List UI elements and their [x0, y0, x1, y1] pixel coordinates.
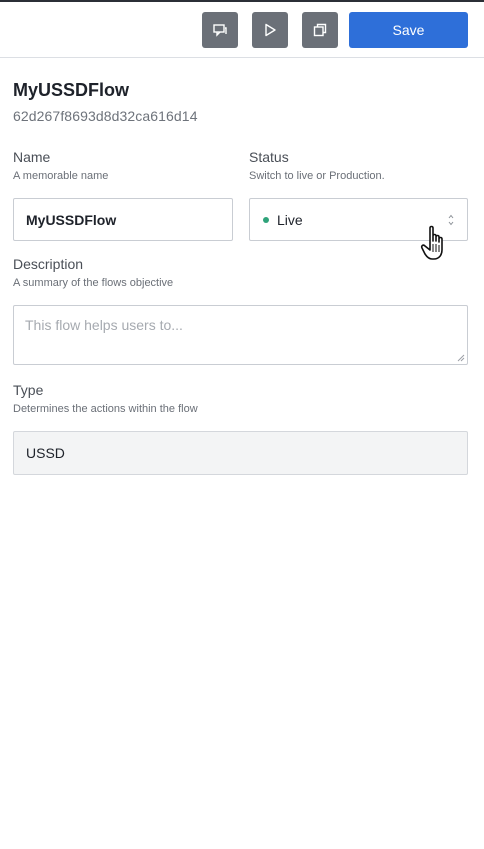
name-input[interactable]: MyUSSDFlow: [13, 198, 233, 241]
copy-icon: [313, 23, 327, 37]
name-hint: A memorable name: [13, 170, 109, 182]
comment-icon: [213, 24, 227, 37]
save-button[interactable]: Save: [349, 12, 468, 48]
type-hint: Determines the actions within the flow: [13, 403, 198, 415]
comment-button[interactable]: [202, 12, 238, 48]
toolbar: Save: [0, 2, 484, 58]
flow-settings-panel: Save MyUSSDFlow 62d267f8693d8d32ca616d14…: [0, 0, 484, 849]
status-hint: Switch to live or Production.: [249, 170, 385, 182]
description-hint: A summary of the flows objective: [13, 277, 174, 289]
description-placeholder: This flow helps users to...: [25, 317, 183, 333]
status-value: Live: [277, 211, 303, 228]
status-dot-icon: [263, 216, 269, 223]
type-value: USSD: [26, 445, 65, 461]
copy-button[interactable]: [302, 12, 338, 48]
name-label: Name: [13, 149, 51, 165]
description-label: Description: [13, 256, 84, 272]
flow-id: 62d267f8693d8d32ca616d14: [13, 108, 198, 124]
play-icon: [265, 23, 276, 37]
description-textarea[interactable]: This flow helps users to...: [13, 305, 468, 365]
page-title: MyUSSDFlow: [13, 80, 130, 100]
resize-handle-icon[interactable]: [457, 354, 465, 362]
type-label: Type: [13, 382, 44, 398]
type-field: USSD: [13, 431, 468, 475]
status-label: Status: [249, 149, 289, 165]
name-value: MyUSSDFlow: [26, 211, 117, 228]
hand-cursor-icon: [420, 225, 443, 260]
play-button[interactable]: [252, 12, 288, 48]
